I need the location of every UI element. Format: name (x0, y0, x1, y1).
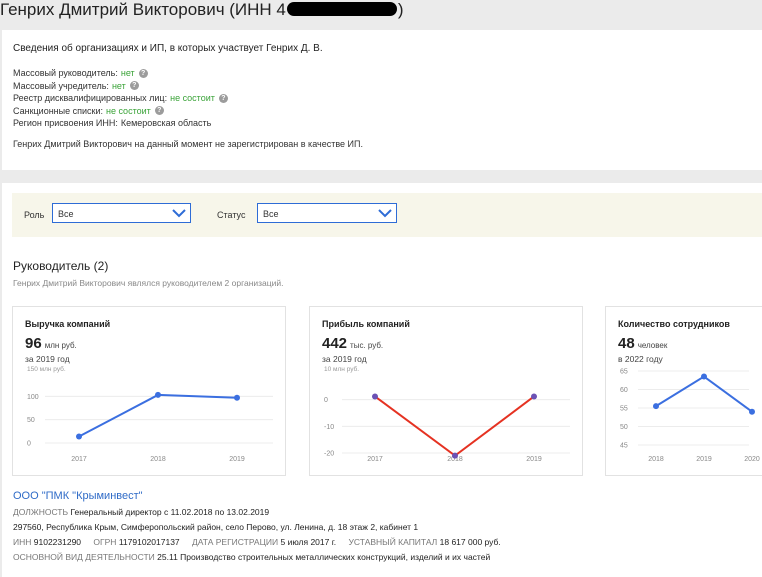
chart-y-tick-label: -10 (324, 424, 334, 431)
status-label: Статус (217, 210, 246, 220)
main-panel: Роль Все Статус Все Руководитель (2) Ген… (2, 183, 762, 577)
section-subtitle: Генрих Дмитрий Викторович являлся руково… (13, 278, 284, 288)
chart-y-tick-label: -20 (324, 451, 334, 458)
info-label: Массовый руководитель: (13, 68, 118, 78)
chart-point[interactable] (701, 373, 707, 380)
chart-x-tick-label: 2019 (526, 456, 542, 463)
activity-label: ОСНОВНОЙ ВИД ДЕЯТЕЛЬНОСТИ (13, 552, 155, 562)
ogrn-label: ОГРН (93, 537, 117, 547)
help-icon[interactable]: ? (218, 93, 228, 103)
inn-value: 9102231290 (33, 537, 82, 547)
position-dates: с 11.02.2018 по 13.02.2019 (164, 507, 270, 517)
chevron-down-icon (172, 209, 186, 218)
employees-card: Количество сотрудников 48 человек в 2022 … (605, 306, 762, 476)
info-row-sanctions: Санкционные списки: не состоит ? (13, 105, 228, 118)
capital-value: 18 617 000 руб. (439, 537, 501, 547)
chart-y-tick-label: 50 (27, 417, 35, 424)
redaction-mark (286, 2, 397, 16)
filter-bar: Роль Все Статус Все (12, 193, 762, 237)
info-row-region: Регион присвоения ИНН: Кемеровская облас… (13, 117, 228, 130)
chart-unit-label: 150 млн руб. (27, 365, 66, 373)
chart-y-tick-label: 50 (620, 424, 628, 431)
capital-label: УСТАВНЫЙ КАПИТАЛ (348, 537, 438, 547)
address-row: 297560, Республика Крым, Симферопольский… (13, 522, 419, 532)
page-title: Генрих Дмитрий Викторович (ИНН 4) (0, 0, 404, 24)
revenue-chart: 150 млн руб. 100 50 0 2017 2018 2019 (27, 365, 273, 463)
info-heading: Сведения об организациях и ИП, в которых… (13, 43, 323, 54)
chart-y-tick-label: 65 (620, 369, 628, 376)
ogrn-value: 1179102017137 (118, 537, 180, 547)
role-select[interactable]: Все (52, 203, 191, 223)
info-rows: Массовый руководитель: нет ? Массовый уч… (13, 67, 228, 130)
chart-y-tick-label: 0 (324, 397, 328, 404)
position-row: ДОЛЖНОСТЬ Генеральный директор с 11.02.2… (13, 507, 758, 517)
chart-unit-label: 10 млн руб. (324, 365, 359, 373)
chart-point[interactable] (234, 394, 240, 401)
chart-y-tick-label: 100 (27, 394, 39, 401)
chart-y-tick-label: 55 (620, 406, 628, 413)
info-value: не состоит (105, 105, 151, 116)
chart-point[interactable] (531, 393, 537, 400)
profit-chart: 10 млн руб.0-10-202017 2018 2019 (324, 365, 570, 463)
chevron-down-icon (378, 209, 392, 218)
chart-x-tick-label: 2018 (648, 456, 664, 463)
profit-card: Прибыль компаний 442 тыс. руб. за 2019 го… (309, 306, 583, 476)
chart-x-tick-label: 2017 (367, 456, 383, 463)
inn-label: ИНН (13, 537, 32, 547)
revenue-card: Выручка компаний 96 млн руб. за 2019 год … (12, 306, 286, 476)
reg-date-value: 5 июля 2017 г. (280, 537, 337, 547)
info-label: Массовый учредитель: (13, 80, 109, 91)
chart-point[interactable] (372, 393, 378, 400)
company-card: ООО "ПМК "Крыминвест" ДОЛЖНОСТЬ Генераль… (13, 490, 758, 562)
chart-x-tick-label: 2019 (696, 456, 712, 463)
activity-value: 25.11 Производство строительных металлич… (157, 552, 491, 562)
section-title: Руководитель (2) (13, 259, 109, 273)
info-value: нет (111, 80, 126, 91)
info-label: Санкционные списки: (13, 105, 103, 116)
info-value: не состоит (170, 93, 215, 103)
chart-series-line (655, 375, 753, 413)
chart-point[interactable] (749, 408, 755, 415)
chart-point[interactable] (76, 433, 82, 440)
chart-x-tick-label: 2018 (150, 456, 166, 463)
position-value: Генеральный директор (70, 507, 162, 517)
chart-y-tick-label: 60 (620, 387, 628, 394)
registry-row: ИНН 9102231290 ОГРН 1179102017137 ДАТА Р… (13, 537, 758, 547)
ip-note: Генрих Дмитрий Викторович на данный моме… (13, 139, 363, 149)
title-suffix: ) (397, 0, 404, 19)
chart-x-tick-label: 2017 (71, 456, 87, 463)
help-icon[interactable]: ? (129, 81, 139, 91)
help-icon[interactable]: ? (138, 68, 148, 78)
person-name: Генрих Дмитрий Викторович (ИНН 4 (0, 0, 286, 19)
info-value: нет (120, 68, 135, 78)
position-label: ДОЛЖНОСТЬ (13, 507, 69, 517)
reg-date-label: ДАТА РЕГИСТРАЦИИ (192, 537, 279, 547)
status-select[interactable]: Все (257, 203, 397, 223)
chart-x-tick-label: 2020 (744, 456, 760, 463)
chart-point[interactable] (155, 391, 161, 398)
company-name-link[interactable]: ООО "ПМК "Крыминвест" (13, 490, 758, 502)
info-panel: Сведения об организациях и ИП, в которых… (2, 30, 762, 170)
chart-point[interactable] (452, 452, 458, 459)
chart-x-tick-label: 2019 (229, 456, 245, 463)
info-label: Реестр дисквалифицированных лиц: (13, 93, 168, 103)
chart-y-tick-label: 0 (27, 441, 31, 448)
info-value: Кемеровская область (120, 118, 212, 128)
chart-series-line (78, 393, 238, 438)
role-select-value: Все (58, 209, 74, 219)
role-label: Роль (24, 210, 45, 220)
info-row-mass-founder: Массовый учредитель: нет ? (13, 80, 228, 93)
help-icon[interactable]: ? (154, 106, 164, 116)
activity-row: ОСНОВНОЙ ВИД ДЕЯТЕЛЬНОСТИ 25.11 Производ… (13, 552, 758, 562)
chart-y-tick-label: 45 (620, 443, 628, 450)
info-row-disqualified: Реестр дисквалифицированных лиц: не сост… (13, 92, 228, 105)
info-row-mass-director: Массовый руководитель: нет ? (13, 67, 228, 80)
employees-chart: 65 60 55 50 45 2018 2019 2020 (620, 369, 760, 464)
info-label: Регион присвоения ИНН: (13, 118, 118, 128)
chart-point[interactable] (653, 403, 659, 410)
status-select-value: Все (263, 209, 279, 219)
